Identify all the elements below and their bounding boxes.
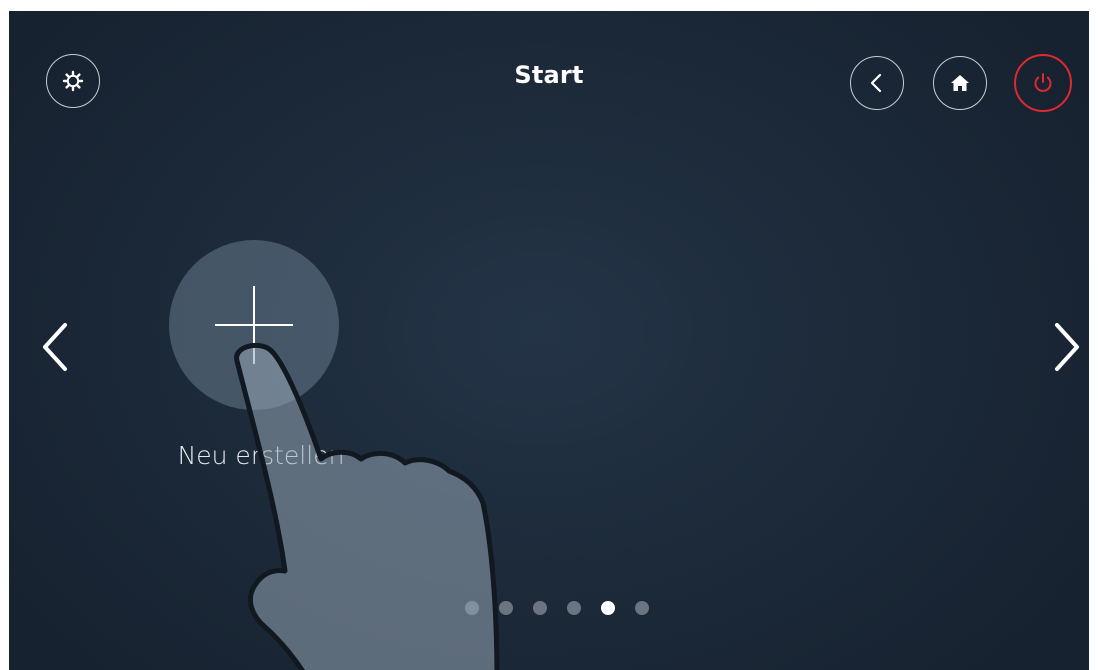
new-item-label: Neu erstellen xyxy=(177,441,345,470)
gear-icon xyxy=(61,69,85,93)
home-button[interactable] xyxy=(933,56,987,110)
back-button[interactable] xyxy=(850,56,904,110)
page-title: Start xyxy=(514,61,584,89)
home-icon xyxy=(950,73,970,93)
page-dot[interactable] xyxy=(465,601,479,615)
page-dot[interactable] xyxy=(635,601,649,615)
chevron-left-icon xyxy=(38,321,72,377)
prev-page-button[interactable] xyxy=(35,314,75,384)
power-icon xyxy=(1031,71,1055,95)
page-dot[interactable] xyxy=(499,601,513,615)
power-button[interactable] xyxy=(1014,54,1072,112)
page-indicator xyxy=(465,601,649,615)
page-dot-active[interactable] xyxy=(601,601,615,615)
new-item-tile[interactable] xyxy=(169,240,339,410)
settings-button[interactable] xyxy=(46,54,100,108)
chevron-right-icon xyxy=(1050,321,1084,377)
page-dot[interactable] xyxy=(567,601,581,615)
screen: Start Neu erstellen xyxy=(9,11,1089,670)
plus-icon xyxy=(169,240,339,414)
next-page-button[interactable] xyxy=(1047,314,1087,384)
chevron-left-icon xyxy=(866,72,888,94)
display-frame: Start Neu erstellen xyxy=(0,0,1098,670)
page-dot[interactable] xyxy=(533,601,547,615)
